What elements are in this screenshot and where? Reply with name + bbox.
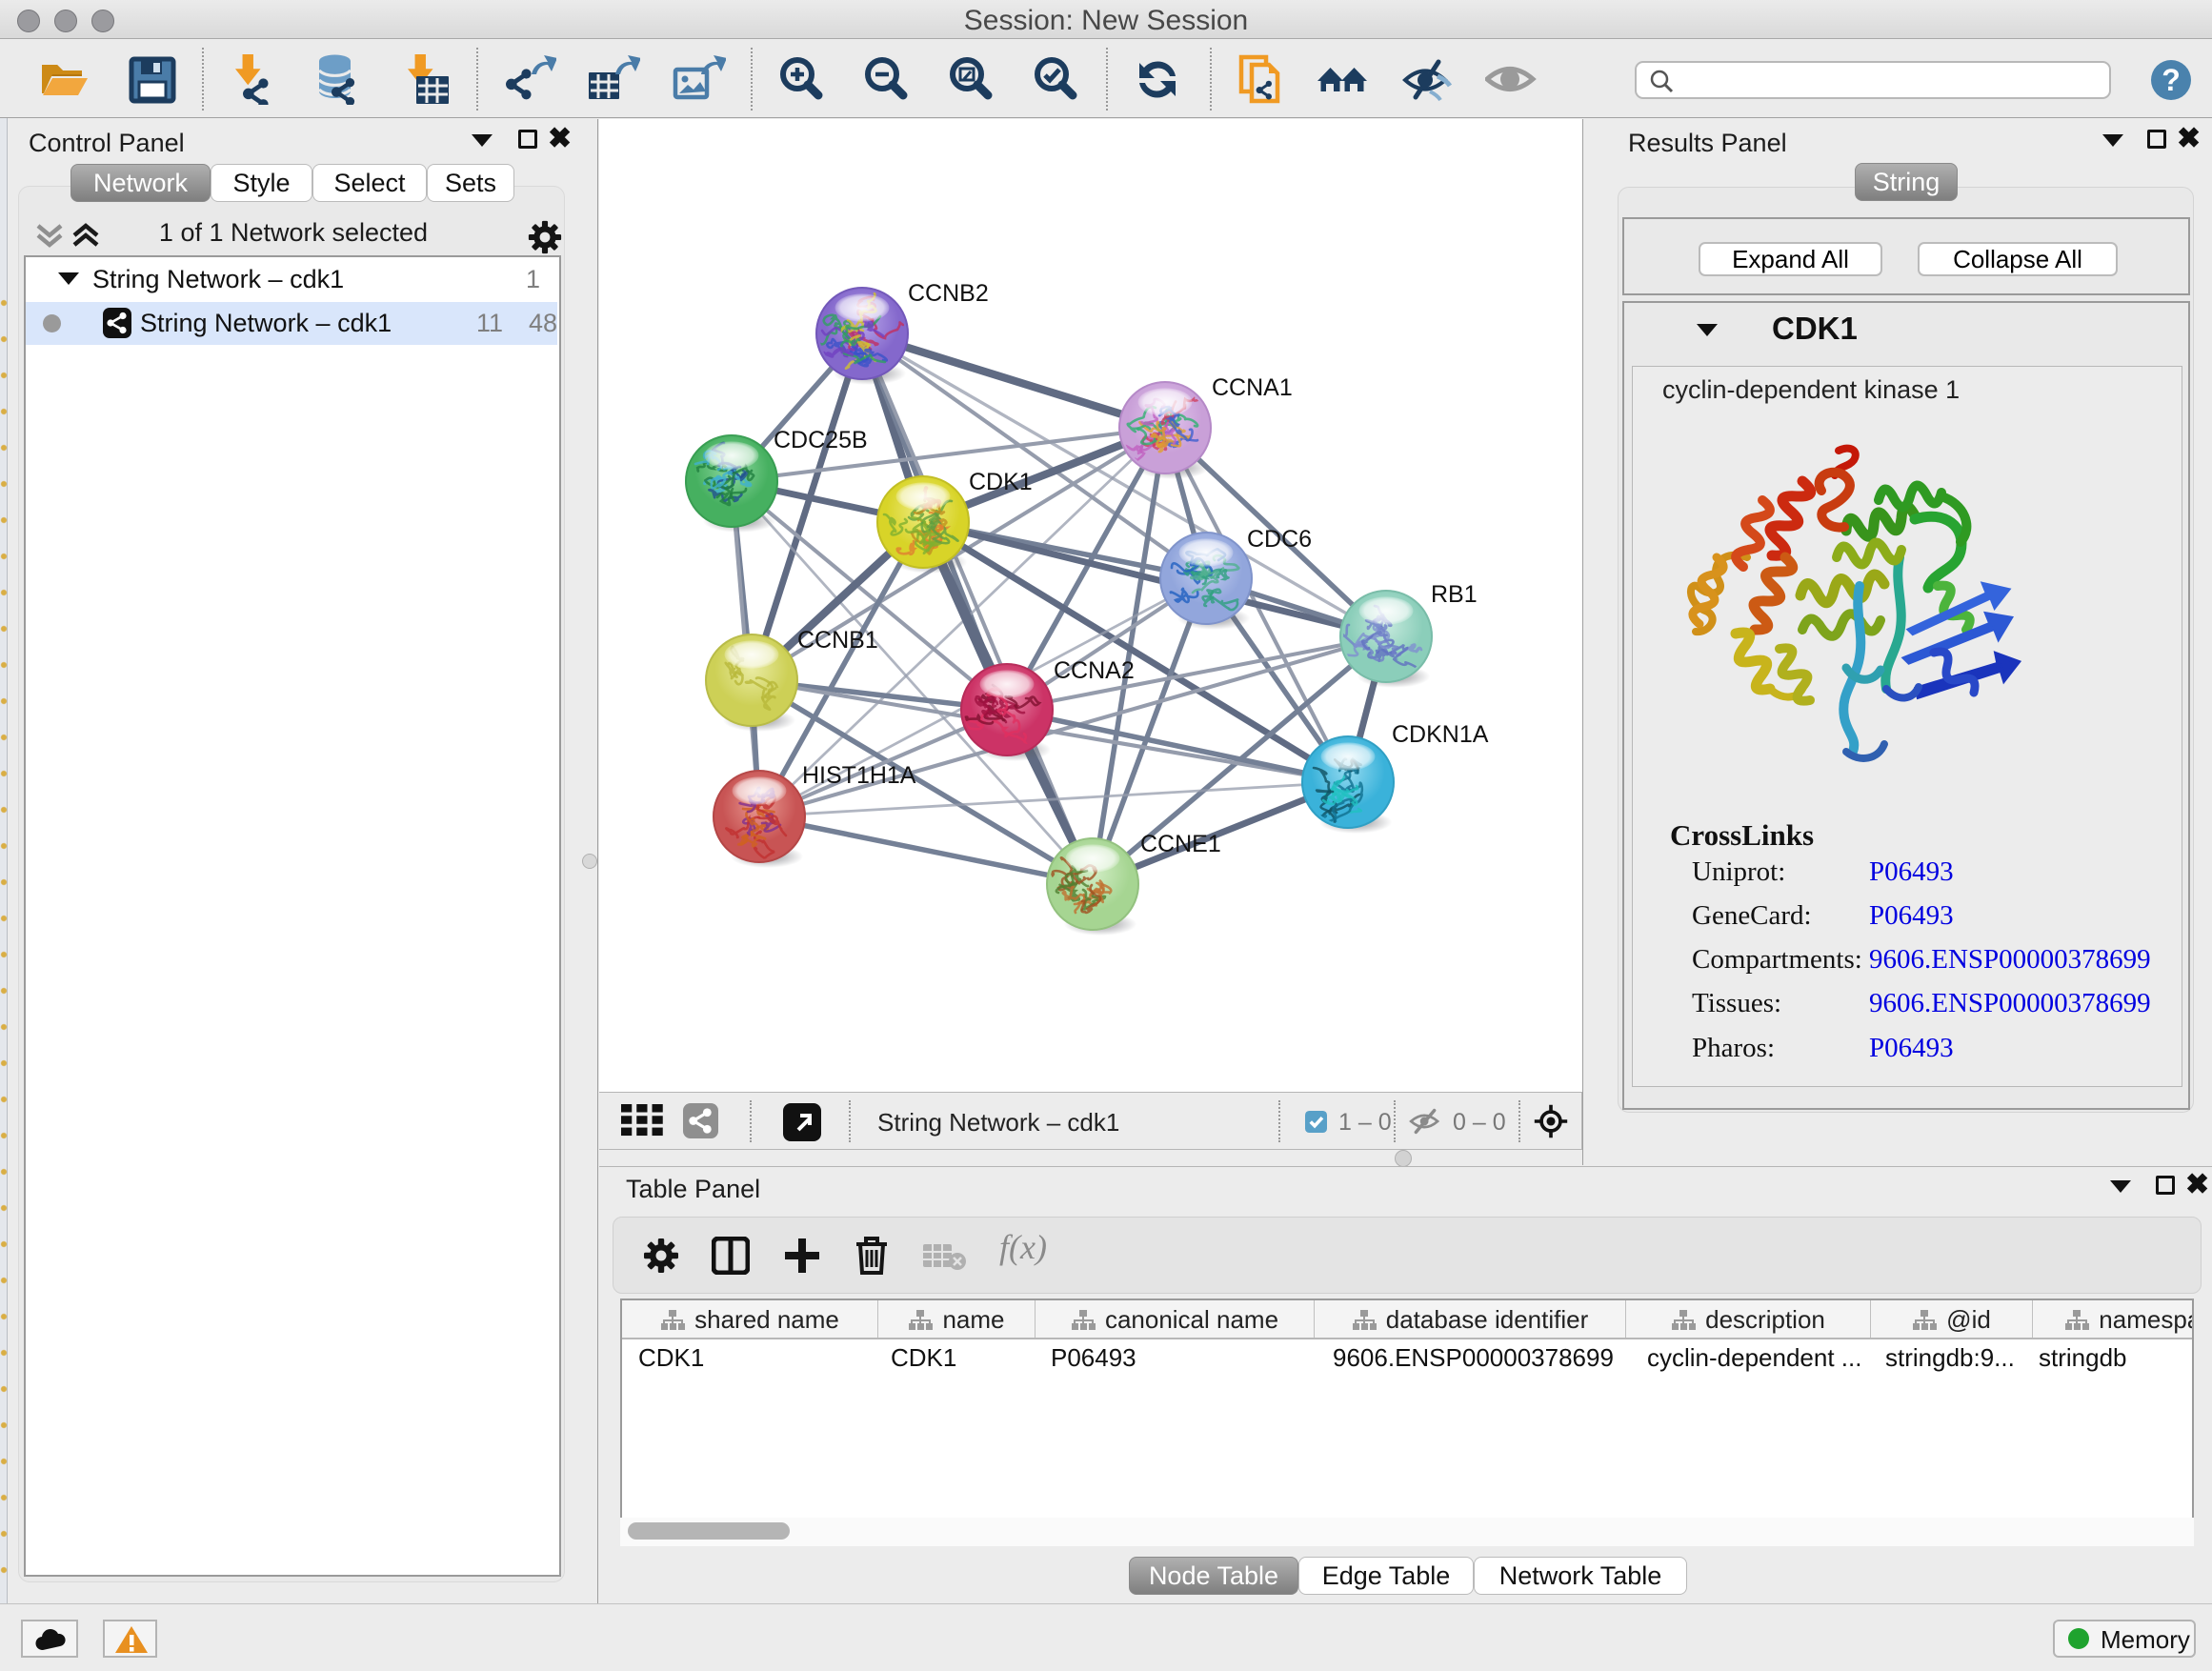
svg-text:CCNE1: CCNE1 bbox=[1140, 831, 1221, 857]
svg-text:CCNA1: CCNA1 bbox=[1212, 374, 1293, 401]
svg-text:RB1: RB1 bbox=[1431, 581, 1478, 608]
svg-text:CCNB1: CCNB1 bbox=[797, 627, 878, 654]
svg-text:?: ? bbox=[2162, 63, 2181, 97]
svg-text:CDK1: CDK1 bbox=[969, 469, 1033, 495]
svg-text:HIST1H1A: HIST1H1A bbox=[802, 762, 916, 789]
svg-text:CCNB2: CCNB2 bbox=[908, 280, 989, 307]
svg-text:CDC25B: CDC25B bbox=[774, 427, 868, 453]
svg-text:CCNA2: CCNA2 bbox=[1054, 657, 1135, 684]
svg-text:CDC6: CDC6 bbox=[1247, 526, 1312, 553]
svg-text:CDKN1A: CDKN1A bbox=[1392, 721, 1489, 748]
